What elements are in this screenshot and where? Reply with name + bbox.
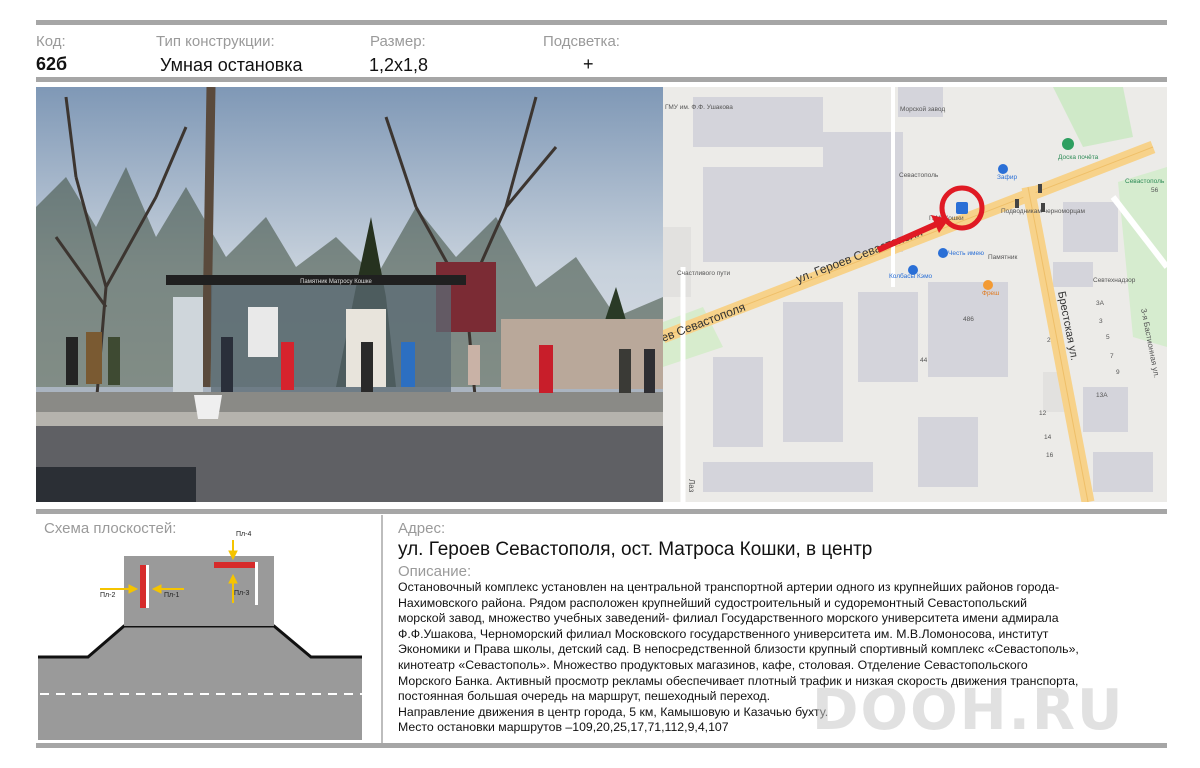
map-n9: 9 [1116, 369, 1120, 376]
description-line: Экономики и Права школы, детский сад. В … [398, 642, 1079, 657]
map-label-ushakov: ГМУ им. Ф.Ф. Ушакова [665, 104, 733, 111]
description-line: кинотеатр «Севастополь». Множество проду… [398, 657, 1028, 672]
plane-p3-back [255, 562, 258, 605]
map-n13a: 13А [1096, 392, 1108, 399]
map-n56: 56 [1151, 187, 1159, 194]
map-label-sevastopol: Севастополь [899, 172, 939, 179]
light-value: + [583, 54, 594, 74]
section-vertical-divider [381, 515, 383, 743]
bus-stop-photo: Памятник Матросу Кошке [36, 87, 663, 502]
map-n14: 14 [1044, 434, 1052, 441]
map-label-morzavod: Морской завод [900, 105, 945, 113]
code-label: Код: [36, 33, 66, 50]
location-map[interactable]: ул. Героев Севастополя ев Севастополя Бр… [663, 87, 1167, 502]
description-line: морской завод, множество учебных заведен… [398, 611, 1059, 626]
map-n16: 16 [1046, 452, 1054, 459]
plane-p2 [140, 565, 146, 608]
bus-stop-icon [956, 202, 968, 214]
header-divider [36, 77, 1167, 82]
star-icon [1062, 138, 1074, 150]
map-n5: 5 [1106, 334, 1110, 341]
plane-scheme: Пл-2 Пл-1 Пл-3 Пл-4 [36, 518, 366, 740]
code-value: 62б [36, 54, 68, 74]
cafe-icon [938, 248, 948, 258]
scheme-label-p3: Пл-3 [234, 590, 249, 597]
scheme-illustration: Пл-2 Пл-1 Пл-3 Пл-4 [38, 531, 362, 740]
watermark-logo: DOOH.RU [812, 678, 1125, 743]
size-value: 1,2x1,8 [369, 55, 429, 75]
zafir-icon [998, 164, 1008, 174]
map-label-zafir: Зафир [997, 174, 1018, 181]
description-line: Ф.Ф.Ушакова, Черноморский филиал Московс… [398, 626, 1049, 641]
shelter-sign: Памятник Матросу Кошке [300, 279, 372, 285]
plane-p4 [214, 562, 256, 568]
map-label-doska: Доска почёта [1058, 154, 1099, 161]
address-label: Адрес: [398, 520, 446, 537]
scheme-label-p1: Пл-1 [164, 592, 179, 599]
description-line: Остановочный комплекс установлен на цент… [398, 580, 1060, 594]
type-value: Умная остановка [160, 55, 303, 75]
description-label: Описание: [398, 563, 472, 580]
size-label: Размер: [370, 33, 426, 50]
address-value: ул. Героев Севастополя, ост. Матроса Кош… [398, 539, 873, 560]
type-label: Тип конструкции: [156, 33, 275, 50]
photo-illustration: Памятник Матросу Кошке [36, 87, 663, 502]
scheme-label: Схема плоскостей: [44, 520, 177, 537]
fresh-icon [983, 280, 993, 290]
map-label-fresh: Фреш [982, 290, 999, 297]
map-n2: 2 [1047, 337, 1051, 344]
bottom-divider [36, 743, 1167, 748]
scheme-label-p4: Пл-4 [236, 531, 251, 538]
map-n3a: 3А [1096, 300, 1105, 307]
map-label-sevnadzor: Севтехнадзор [1093, 277, 1136, 284]
scheme-label-p2: Пл-2 [100, 592, 115, 599]
map-illustration: ул. Героев Севастополя ев Севастополя Бр… [663, 87, 1167, 502]
map-label-sev-right: Севастополь [1125, 178, 1165, 185]
map-label-pamyatnik: Памятник [988, 254, 1017, 261]
map-n3: 3 [1099, 318, 1103, 325]
map-label-schastliv: Счастливого пути [677, 270, 731, 277]
map-label-chest: Честь имею [948, 250, 984, 257]
light-label: Подсветка: [543, 33, 620, 50]
top-divider [36, 20, 1167, 25]
middle-divider [36, 509, 1167, 514]
map-n44: 44 [920, 357, 928, 364]
plane-p1-back [146, 565, 149, 608]
map-n486: 486 [963, 316, 974, 323]
map-n12: 12 [1039, 410, 1047, 417]
map-street-laz: Лаз [687, 479, 696, 493]
map-n7: 7 [1110, 353, 1114, 360]
shop-icon [908, 265, 918, 275]
description-line: Нахимовского района. Рядом расположен кр… [398, 595, 1027, 610]
